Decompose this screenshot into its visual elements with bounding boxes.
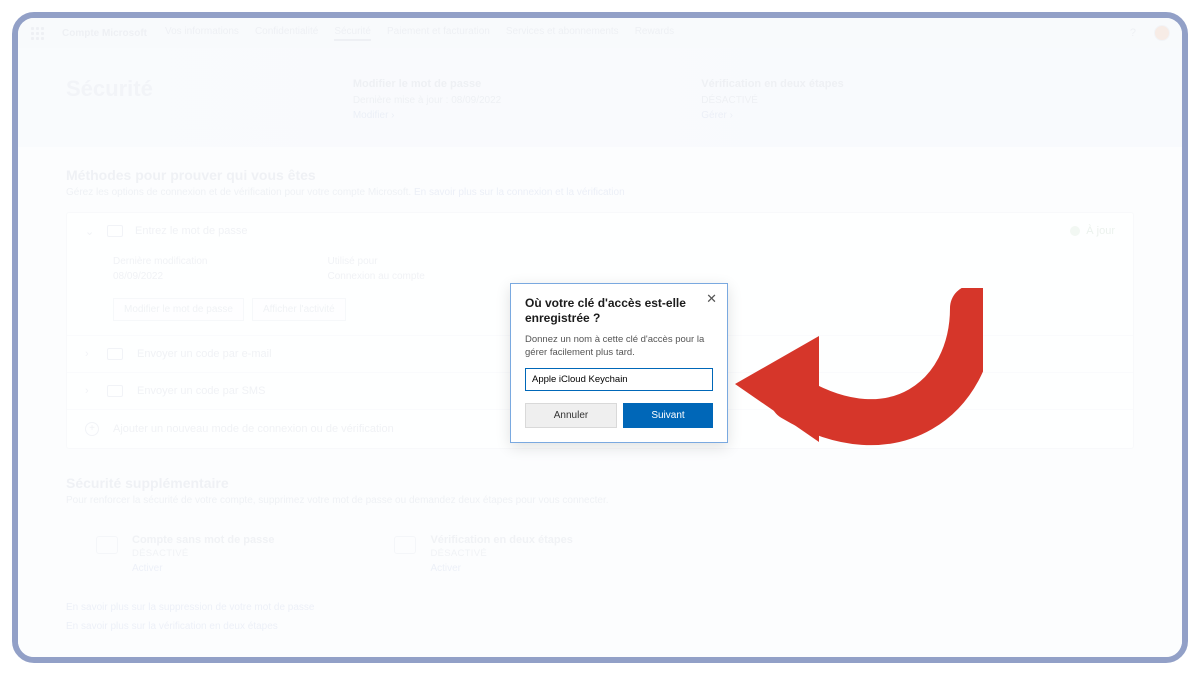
link-remove-password[interactable]: En savoir plus sur la suppression de vot…: [66, 598, 1134, 617]
help-icon[interactable]: ?: [1130, 27, 1136, 39]
chevron-right-icon: ›: [85, 385, 93, 397]
nav-services[interactable]: Services et abonnements: [506, 26, 619, 41]
tile-passwordless-link[interactable]: Activer: [132, 563, 274, 574]
used-for-value: Connexion au compte: [328, 271, 425, 282]
nav-security[interactable]: Sécurité: [334, 26, 371, 41]
methods-heading: Méthodes pour prouver qui vous êtes: [66, 167, 1134, 183]
status-dot-icon: [1070, 226, 1080, 236]
sms-icon: [107, 385, 123, 397]
chevron-down-icon: ⌄: [85, 225, 95, 238]
global-header: Compte Microsoft Vos informations Confid…: [18, 18, 1182, 48]
top-nav: Vos informations Confidentialité Sécurit…: [165, 26, 674, 41]
extra-security-heading: Sécurité supplémentaire: [66, 475, 1134, 491]
passkey-name-input[interactable]: [525, 368, 713, 391]
nav-privacy[interactable]: Confidentialité: [255, 26, 318, 41]
tile-tfa: Vérification en deux étapes DÉSACTIVÉ Ac…: [394, 534, 572, 574]
brand: Compte Microsoft: [62, 28, 147, 39]
methods-sub-link[interactable]: En savoir plus sur la connexion et la vé…: [414, 187, 625, 198]
hero-password-link[interactable]: Modifier ›: [353, 110, 395, 121]
page-title: Sécurité: [66, 76, 153, 123]
nav-rewards[interactable]: Rewards: [635, 26, 674, 41]
tile-passwordless: Compte sans mot de passe DÉSACTIVÉ Activ…: [96, 534, 274, 574]
change-password-button[interactable]: Modifier le mot de passe: [113, 298, 244, 321]
status-badge: À jour: [1070, 225, 1115, 237]
plus-circle-icon: +: [85, 422, 99, 436]
app-launcher-icon[interactable]: [30, 26, 44, 40]
used-for-label: Utilisé pour: [328, 256, 425, 267]
last-modified-value: 08/09/2022: [113, 271, 208, 282]
link-tfa-learn[interactable]: En savoir plus sur la vérification en de…: [66, 617, 1134, 636]
tile-tfa-link[interactable]: Activer: [430, 563, 572, 574]
last-modified-label: Dernière modification: [113, 256, 208, 267]
hero-tfa-block: Vérification en deux étapes DÉSACTIVÉ Gé…: [701, 76, 843, 123]
method-row-label: Entrez le mot de passe: [135, 225, 248, 237]
hero-tfa-sub: DÉSACTIVÉ: [701, 95, 758, 106]
chevron-right-icon: ›: [85, 348, 93, 360]
hero-password-sub: Dernière mise à jour : 08/09/2022: [353, 95, 501, 106]
cancel-button[interactable]: Annuler: [525, 403, 617, 428]
hero-banner: Sécurité Modifier le mot de passe Derniè…: [18, 48, 1182, 147]
extra-security-sub: Pour renforcer la sécurité de votre comp…: [66, 495, 1134, 506]
view-activity-button[interactable]: Afficher l'activité: [252, 298, 346, 321]
dialog-title: Où votre clé d'accès est-elle enregistré…: [525, 296, 713, 326]
next-button[interactable]: Suivant: [623, 403, 713, 428]
nav-your-info[interactable]: Vos informations: [165, 26, 239, 41]
dialog-description: Donnez un nom à cette clé d'accès pour l…: [525, 334, 713, 360]
methods-sub: Gérez les options de connexion et de vér…: [66, 187, 414, 198]
passwordless-icon: [96, 536, 118, 554]
passkey-name-dialog: ✕ Où votre clé d'accès est-elle enregist…: [510, 283, 728, 443]
avatar[interactable]: [1154, 25, 1170, 41]
hero-password-block: Modifier le mot de passe Dernière mise à…: [353, 76, 501, 123]
password-icon: [107, 225, 123, 237]
close-button[interactable]: ✕: [706, 292, 717, 305]
method-row-password[interactable]: ⌄ Entrez le mot de passe À jour: [67, 213, 1133, 250]
tfa-icon: [394, 536, 416, 554]
hero-tfa-link[interactable]: Gérer ›: [701, 110, 733, 121]
nav-payment[interactable]: Paiement et facturation: [387, 26, 490, 41]
signout-heading: Se déconnecter partout: [66, 662, 1134, 664]
hero-password-title: Modifier le mot de passe: [353, 76, 501, 93]
mail-icon: [107, 348, 123, 360]
hero-tfa-title: Vérification en deux étapes: [701, 76, 843, 93]
